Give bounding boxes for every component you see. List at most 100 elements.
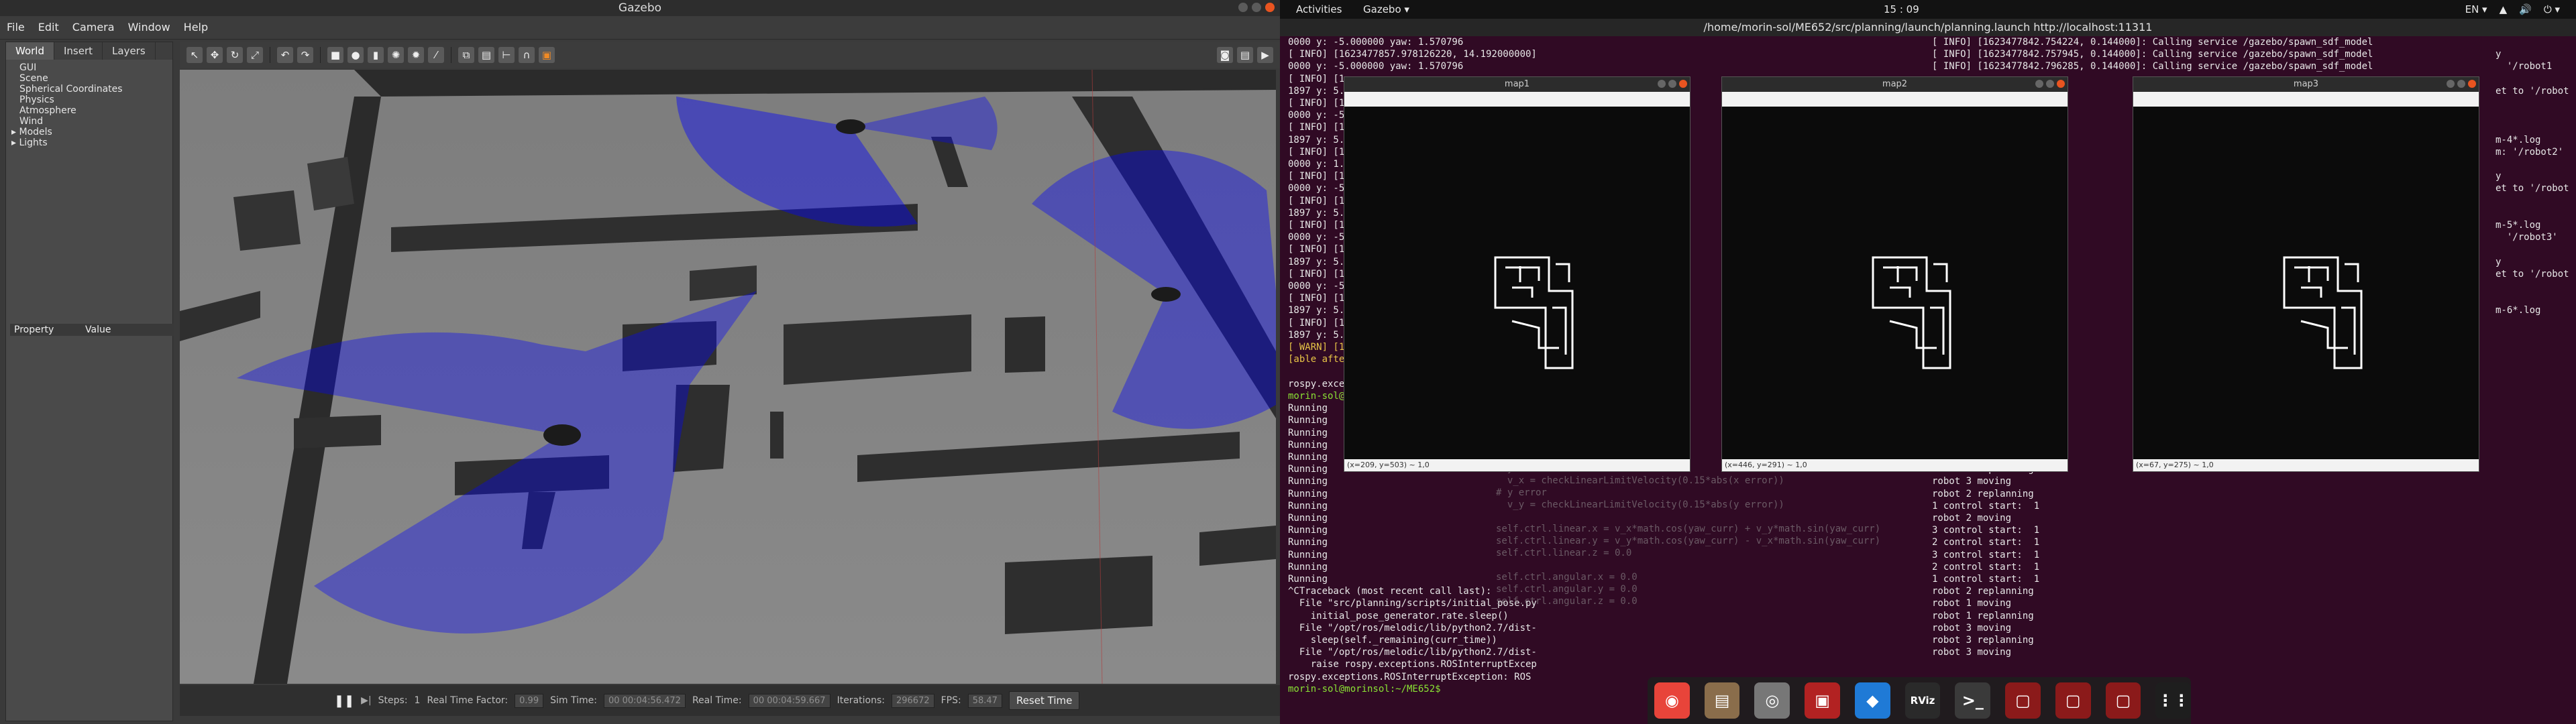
maximize-icon[interactable] <box>2046 80 2054 88</box>
menu-help[interactable]: Help <box>177 16 215 39</box>
undo-icon[interactable]: ↶ <box>277 47 293 63</box>
robot1-marker[interactable] <box>836 119 865 134</box>
files-icon[interactable]: ▤ <box>1704 682 1740 719</box>
change-view-icon[interactable]: ▣ <box>539 47 555 63</box>
step-icon[interactable]: ▶| <box>361 695 371 706</box>
menu-edit[interactable]: Edit <box>32 16 66 39</box>
terminal-line: self.ctrl.linear.z = 0.0 <box>1496 548 1632 558</box>
copy-icon[interactable]: ⧉ <box>458 47 474 63</box>
close-icon[interactable] <box>2468 80 2476 88</box>
activities-button[interactable]: Activities <box>1296 3 1342 15</box>
tree-item-atmosphere[interactable]: Atmosphere <box>19 105 172 116</box>
map2-window[interactable]: map2 (x=446, y=291) ~ 1,0 <box>1721 76 2068 472</box>
editor-ghost-code: # y error v_x = checkLinearLimitVelocity… <box>1496 463 1925 684</box>
expand-arrow-icon[interactable]: ▸ <box>11 137 19 148</box>
tree-item-models[interactable]: ▸ Models <box>11 127 172 137</box>
map3-window[interactable]: map3 (x=67, y=275) ~ 1,0 <box>2133 76 2479 472</box>
terminal-icon[interactable]: >_ <box>1955 682 1991 719</box>
map1-toolbar <box>1344 92 1690 107</box>
screencast-icon[interactable]: ▣ <box>1805 682 1840 719</box>
terminal-line: robot 3 moving <box>1932 647 2012 658</box>
maximize-icon[interactable] <box>2457 80 2465 88</box>
terminal-line: morin-sol@morinsol:~/ME652$ <box>1288 683 1447 695</box>
map3-occupancy-grid <box>2133 107 2479 459</box>
expand-arrow-icon[interactable]: ▸ <box>11 127 19 137</box>
block <box>233 190 301 251</box>
dock: ◉ ▤ ◎ ▣ ◆ RViz >_ ▢ ▢ ▢ ⋮⋮ <box>1648 677 2192 724</box>
map1-window[interactable]: map1 (x=209, y=503) ~ 1,0 <box>1344 76 1690 472</box>
align-icon[interactable]: ⊢ <box>498 47 515 63</box>
robot2-marker[interactable] <box>1151 287 1181 302</box>
keyboard-layout-indicator[interactable]: EN ▾ <box>2465 3 2487 15</box>
tree-item-scene[interactable]: Scene <box>19 73 172 84</box>
menu-file[interactable]: File <box>0 16 32 39</box>
wall <box>294 415 381 448</box>
gazebo-3d-viewport[interactable] <box>180 70 1276 684</box>
terminal-line: self.ctrl.linear.x = v_x*math.cos(yaw_cu… <box>1496 524 1881 534</box>
menu-camera[interactable]: Camera <box>66 16 121 39</box>
tree-item-wind[interactable]: Wind <box>19 116 172 127</box>
point-light-icon[interactable]: ✺ <box>388 47 404 63</box>
minimize-icon[interactable] <box>2035 80 2043 88</box>
tree-item-lights[interactable]: ▸ Lights <box>11 137 172 148</box>
tab-insert[interactable]: Insert <box>54 42 103 60</box>
record-icon[interactable]: ▶ <box>1257 47 1273 63</box>
select-mode-icon[interactable]: ↖ <box>186 47 203 63</box>
tree-item-gui[interactable]: GUI <box>19 62 172 73</box>
chrome-icon[interactable]: ◉ <box>1654 682 1690 719</box>
paste-icon[interactable]: ▤ <box>478 47 494 63</box>
steps-value[interactable]: 1 <box>415 695 421 706</box>
close-icon[interactable] <box>1265 3 1275 12</box>
app-icon-1[interactable]: ▢ <box>2005 682 2041 719</box>
world-panel: World Insert Layers GUI Scene Spherical … <box>5 42 174 721</box>
pause-icon[interactable]: ❚❚ <box>334 694 354 708</box>
terminal-line: 2 control start: 1 <box>1932 561 2040 572</box>
map1-occupancy-grid <box>1344 107 1690 459</box>
terminal-pane-far-right[interactable]: y '/robot1 et to '/robot1 m-4*.log m: '/r… <box>2496 36 2569 724</box>
network-icon[interactable]: ▲ <box>2500 3 2508 15</box>
scale-mode-icon[interactable]: ⤢ <box>247 47 263 63</box>
app-menu[interactable]: Gazebo ▾ <box>1363 3 1409 15</box>
close-icon[interactable] <box>2057 80 2065 88</box>
minimize-icon[interactable] <box>1658 80 1666 88</box>
spot-light-icon[interactable]: ✹ <box>408 47 424 63</box>
directional-light-icon[interactable]: ⁄ <box>428 47 444 63</box>
volume-icon[interactable]: 🔊 <box>2519 3 2532 15</box>
cylinder-shape-icon[interactable]: ▮ <box>368 47 384 63</box>
maximize-icon[interactable] <box>1668 80 1676 88</box>
translate-mode-icon[interactable]: ✥ <box>207 47 223 63</box>
camera-icon[interactable]: ◎ <box>1754 682 1790 719</box>
app-icon-3[interactable]: ▢ <box>2105 682 2141 719</box>
terminal-line: 3 control start: 1 <box>1932 525 2040 536</box>
close-icon[interactable] <box>1679 80 1687 88</box>
tab-layers[interactable]: Layers <box>103 42 156 60</box>
snap-icon[interactable]: ∩ <box>519 47 535 63</box>
box-shape-icon[interactable]: ■ <box>327 47 343 63</box>
redo-icon[interactable]: ↷ <box>297 47 313 63</box>
tree-item-spherical-coordinates[interactable]: Spherical Coordinates <box>19 84 172 95</box>
vscode-icon[interactable]: ◆ <box>1854 682 1890 719</box>
app-icon-2[interactable]: ▢ <box>2055 682 2091 719</box>
sphere-shape-icon[interactable]: ● <box>347 47 364 63</box>
minimize-icon[interactable] <box>2447 80 2455 88</box>
minimize-icon[interactable] <box>1238 3 1248 12</box>
terminal-line: robot 3 replanning <box>1932 634 2034 646</box>
robot3-marker[interactable] <box>543 424 581 446</box>
clock[interactable]: 15 : 09 <box>1884 3 1919 15</box>
left-panel-tabs: World Insert Layers <box>6 42 172 60</box>
power-menu-icon[interactable]: ⏻ ▾ <box>2544 3 2560 15</box>
rotate-mode-icon[interactable]: ↻ <box>227 47 243 63</box>
reset-time-button[interactable]: Reset Time <box>1008 691 1080 710</box>
menu-window[interactable]: Window <box>121 16 177 39</box>
gazebo-title-bar: Gazebo <box>0 0 1280 16</box>
maximize-icon[interactable] <box>1252 3 1261 12</box>
screenshot-icon[interactable]: ◙ <box>1217 47 1233 63</box>
show-apps-icon[interactable]: ⋮⋮ <box>2155 682 2192 719</box>
tree-item-physics[interactable]: Physics <box>19 95 172 105</box>
real-time-value: 00 00:04:59.667 <box>748 693 830 708</box>
rviz-icon[interactable]: RViz <box>1904 682 1941 719</box>
log-icon[interactable]: ▤ <box>1237 47 1253 63</box>
tab-world[interactable]: World <box>6 42 54 60</box>
